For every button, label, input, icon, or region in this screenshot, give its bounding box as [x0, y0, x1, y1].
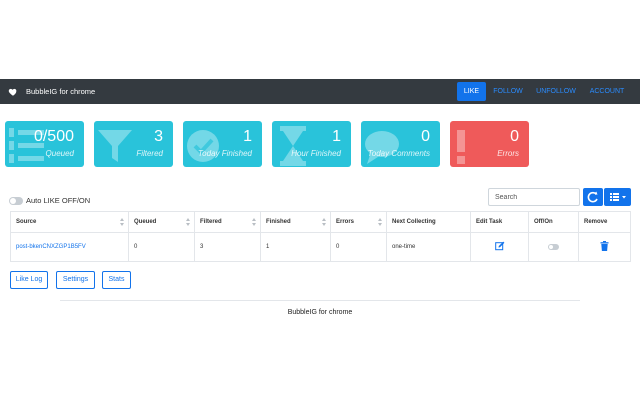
- sort-icon: [252, 218, 256, 226]
- today-comments-value: 0: [421, 128, 430, 145]
- hour-finished-label: Hour Finished: [291, 149, 341, 158]
- columns-toggle-button[interactable]: [604, 188, 631, 206]
- table-row: post-bkenCNXZGP1B5FV 0 3 1 0 one-time: [10, 232, 631, 262]
- filter-icon: [98, 130, 132, 162]
- sort-icon: [378, 218, 382, 226]
- queued-label: Queued: [45, 149, 74, 158]
- table-header-row: Source Queued Filtered Finished Errors N…: [10, 211, 631, 233]
- stat-card-errors: 0 Errors: [450, 121, 529, 167]
- stat-card-queued: 0/500 Queued: [5, 121, 84, 167]
- today-comments-label: Today Comments: [367, 149, 430, 158]
- sort-icon: [322, 218, 326, 226]
- stat-card-today-comments: 0 Today Comments: [361, 121, 440, 167]
- sort-icon: [186, 218, 190, 226]
- col-header-remove: Remove: [578, 211, 631, 233]
- col-header-off-on: Off/On: [528, 211, 579, 233]
- top-navbar: BubbleIG for chrome LIKE FOLLOW UNFOLLOW…: [0, 79, 640, 104]
- check-circle-icon: [187, 130, 219, 162]
- cell-errors: 0: [330, 232, 387, 262]
- cell-finished: 1: [260, 232, 331, 262]
- heart-icon: [8, 88, 17, 96]
- stat-card-hour-finished: 1 Hour Finished: [272, 121, 351, 167]
- cell-remove: [578, 232, 631, 262]
- filtered-value: 3: [154, 128, 163, 145]
- auto-like-label: Auto LIKE OFF/ON: [26, 196, 91, 205]
- col-header-next-collecting: Next Collecting: [386, 211, 471, 233]
- col-header-edit-task: Edit Task: [470, 211, 529, 233]
- cell-filtered: 3: [194, 232, 261, 262]
- cell-queued: 0: [128, 232, 195, 262]
- trash-icon[interactable]: [600, 241, 609, 251]
- cell-edit-task: [470, 232, 529, 262]
- stat-card-filtered: 3 Filtered: [94, 121, 173, 167]
- errors-value: 0: [510, 128, 519, 145]
- today-finished-label: Today Finished: [198, 149, 252, 158]
- app-title: BubbleIG for chrome: [26, 87, 96, 96]
- stats-button[interactable]: Stats: [102, 271, 131, 289]
- like-log-button[interactable]: Like Log: [10, 271, 48, 289]
- edit-icon[interactable]: [494, 241, 505, 251]
- col-header-queued[interactable]: Queued: [128, 211, 195, 233]
- nav-unfollow-tab[interactable]: UNFOLLOW: [532, 82, 580, 101]
- columns-list-icon: [610, 193, 626, 201]
- sort-icon: [120, 218, 124, 226]
- col-header-errors[interactable]: Errors: [330, 211, 387, 233]
- tasks-table: Source Queued Filtered Finished Errors N…: [10, 211, 631, 262]
- refresh-icon: [587, 191, 598, 203]
- footer-divider: [60, 300, 580, 301]
- errors-label: Errors: [497, 149, 519, 158]
- stat-card-today-finished: 1 Today Finished: [183, 121, 262, 167]
- cell-next-collecting: one-time: [386, 232, 471, 262]
- footer-text: BubbleIG for chrome: [287, 309, 353, 316]
- queued-value: 0/500: [33, 128, 74, 145]
- settings-button[interactable]: Settings: [56, 271, 95, 289]
- brand: BubbleIG for chrome: [8, 79, 95, 104]
- comment-icon: [365, 131, 399, 164]
- search-input[interactable]: [488, 188, 580, 206]
- nav-account-tab[interactable]: ACCOUNT: [585, 82, 629, 101]
- hour-finished-value: 1: [332, 128, 341, 145]
- col-header-finished[interactable]: Finished: [260, 211, 331, 233]
- task-enable-toggle[interactable]: [548, 243, 559, 250]
- nav-like-tab[interactable]: LIKE: [457, 82, 486, 101]
- col-header-source[interactable]: Source: [10, 211, 129, 233]
- refresh-button[interactable]: [583, 188, 603, 206]
- hourglass-icon: [280, 126, 306, 166]
- col-header-filtered[interactable]: Filtered: [194, 211, 261, 233]
- nav-follow-tab[interactable]: FOLLOW: [490, 82, 526, 101]
- filtered-label: Filtered: [136, 149, 163, 158]
- today-finished-value: 1: [243, 128, 252, 145]
- cell-source[interactable]: post-bkenCNXZGP1B5FV: [10, 232, 129, 262]
- cell-off-on: [528, 232, 579, 262]
- auto-like-toggle[interactable]: [9, 197, 23, 205]
- exclamation-icon: [457, 130, 465, 164]
- source-link[interactable]: post-bkenCNXZGP1B5FV: [16, 244, 86, 250]
